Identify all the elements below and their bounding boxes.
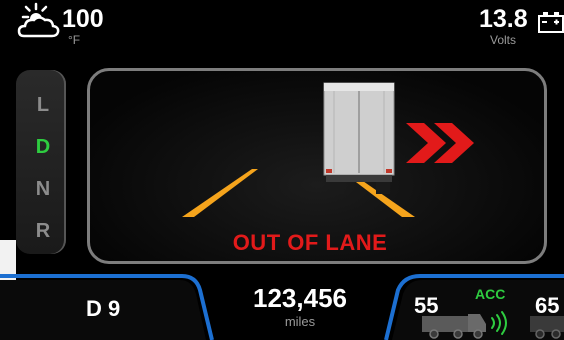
gear-r: R	[35, 220, 51, 242]
acc-label: ACC	[475, 286, 506, 302]
gear-readout: D 9	[86, 296, 121, 321]
voltage-unit: Volts	[490, 33, 517, 47]
temperature-unit: °F	[68, 33, 81, 47]
voltage-value: 13.8	[479, 5, 528, 33]
sun-behind-cloud-icon	[17, 2, 60, 38]
lane-departure-panel: OUT OF LANE	[87, 68, 547, 264]
double-chevron-right-icon	[406, 123, 474, 163]
gear-l: L	[36, 94, 50, 116]
lead-vehicle-speed: 65	[535, 293, 560, 318]
bottom-bar: D 9 123,456 miles 55 ACC 65	[0, 266, 564, 340]
acc-set-speed: 55	[414, 293, 439, 318]
odometer-value: 123,456	[253, 283, 347, 313]
gear-n: N	[35, 178, 51, 200]
trailer-icon	[323, 82, 395, 194]
gear-selector: L D N R	[16, 70, 66, 254]
odometer-unit: miles	[284, 314, 316, 329]
lane-alert-message: OUT OF LANE	[232, 230, 388, 255]
gear-d-active: D	[35, 136, 51, 158]
left-lane-line	[182, 169, 258, 217]
temperature-value: 100	[62, 5, 104, 33]
status-bar: 100 °F 13.8 Volts	[0, 0, 564, 56]
battery-icon	[538, 12, 564, 33]
